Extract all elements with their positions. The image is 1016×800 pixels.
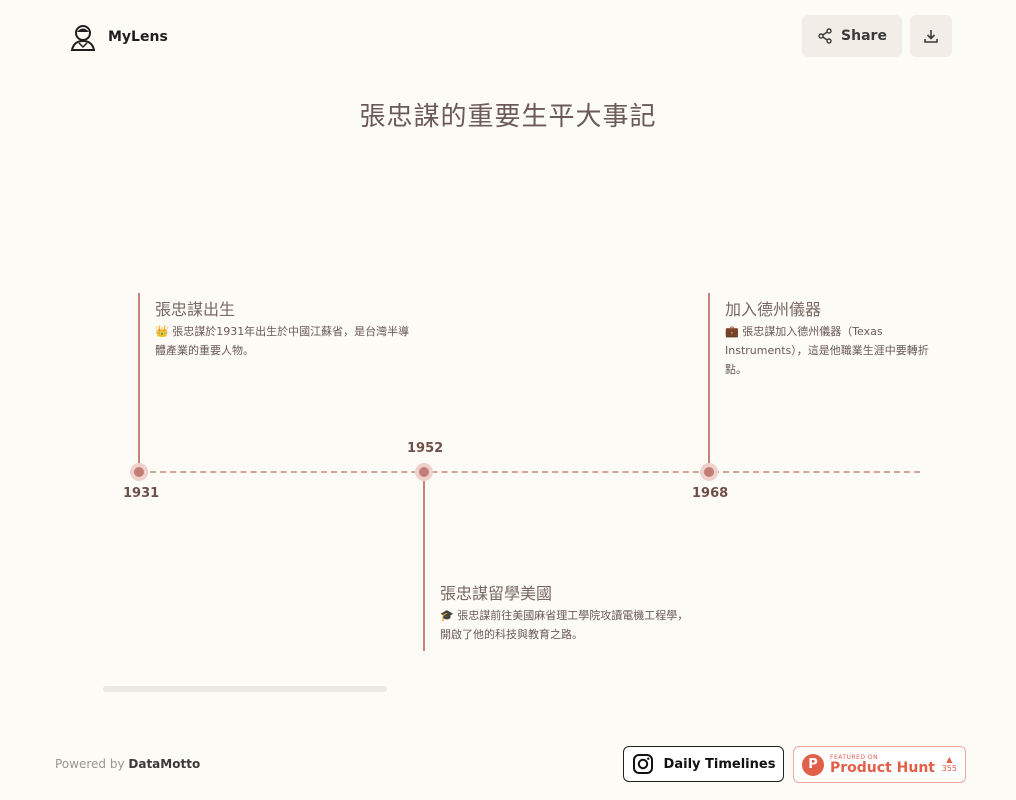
timeline-axis (140, 471, 920, 473)
event-year: 1968 (692, 486, 729, 501)
page-title: 張忠謀的重要生平大事記 (359, 102, 657, 132)
download-button[interactable] (910, 15, 952, 57)
event-title: 加入德州儀器 (725, 300, 822, 319)
event-stem (138, 293, 140, 471)
event-stem (708, 293, 710, 471)
daily-timelines-label: Daily Timelines (663, 756, 776, 772)
person-lens-icon (70, 25, 96, 51)
brand-name: MyLens (108, 29, 168, 45)
event-description: 🎓 張忠謀前往美國麻省理工學院攻讀電機工程學，開啟了他的科技與教育之路。 (440, 609, 689, 641)
event-year: 1931 (123, 486, 160, 501)
share-label: Share (841, 28, 887, 44)
vote-count: 355 (941, 763, 957, 773)
event-title: 張忠謀出生 (155, 300, 236, 319)
product-hunt-name: Product Hunt (830, 759, 935, 776)
event-stem (423, 473, 425, 651)
product-hunt-votes: ▲ 355 (941, 755, 957, 774)
horizontal-scrollbar[interactable] (103, 686, 387, 692)
powered-by[interactable]: Powered by DataMotto (55, 757, 200, 771)
powered-brand[interactable]: DataMotto (128, 757, 200, 771)
brand[interactable]: MyLens (68, 22, 168, 52)
share-icon (818, 28, 832, 44)
powered-prefix: Powered by (55, 757, 125, 771)
download-icon (924, 30, 938, 43)
share-button[interactable]: Share (802, 15, 902, 57)
daily-timelines-button[interactable]: Daily Timelines (623, 746, 784, 782)
instagram-icon (632, 754, 653, 774)
event-title: 張忠謀留學美國 (440, 584, 553, 603)
product-hunt-badge[interactable]: P FEATURED ON Product Hunt ▲ 355 (793, 746, 966, 783)
event-description: 💼 張忠謀加入德州儀器（Texas Instruments），這是他職業生涯中要… (725, 325, 929, 376)
event-node[interactable] (704, 467, 714, 477)
event-node[interactable] (134, 467, 144, 477)
event-year: 1952 (407, 441, 444, 456)
event-node[interactable] (419, 467, 429, 477)
product-hunt-icon: P (802, 753, 824, 776)
event-description: 👑 張忠謀於1931年出生於中國江蘇省，是台灣半導體產業的重要人物。 (155, 325, 410, 357)
